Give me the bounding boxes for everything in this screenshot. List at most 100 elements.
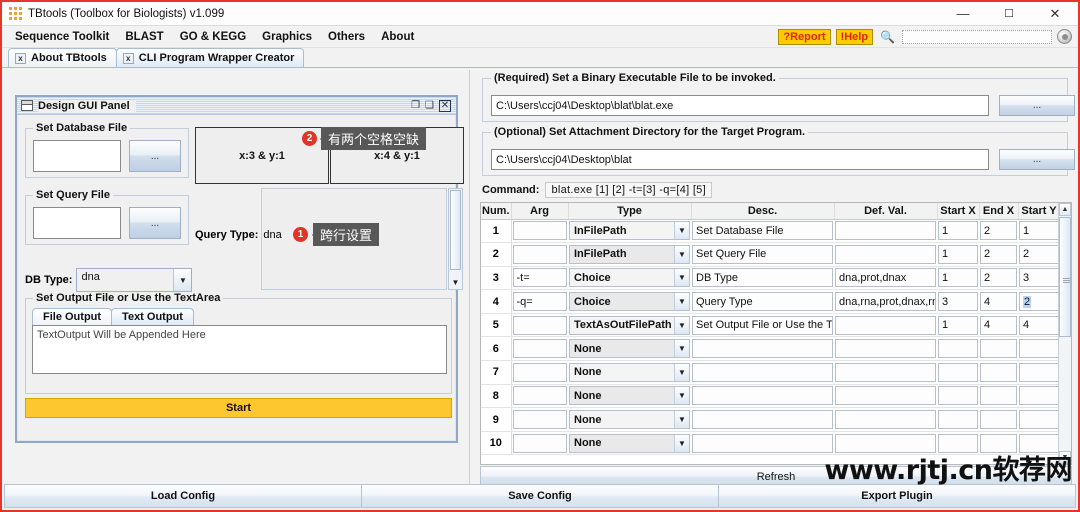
cell-def-val[interactable]: dna,prot,dnax (834, 266, 937, 290)
type-select[interactable]: None▼ (569, 386, 690, 405)
cell-desc[interactable]: Set Output File or Use the Te (691, 313, 834, 337)
desc-input[interactable]: Set Query File (692, 245, 833, 264)
cell-arg[interactable] (511, 337, 568, 361)
cell-end-x[interactable]: 2 (979, 266, 1018, 290)
cell-type[interactable]: InFilePath▼ (568, 243, 691, 267)
start-x-input[interactable] (938, 363, 978, 382)
search-input[interactable] (902, 30, 1052, 44)
chevron-down-icon[interactable]: ▼ (674, 435, 689, 452)
arg-input[interactable] (513, 245, 568, 264)
desc-input[interactable] (692, 434, 833, 453)
arg-input[interactable]: -q= (513, 292, 568, 311)
cell-type[interactable]: InFilePath▼ (568, 219, 691, 243)
col-start-y[interactable]: Start Y (1018, 203, 1058, 219)
tab-close-icon[interactable]: x (15, 53, 26, 64)
cell-def-val[interactable] (834, 219, 937, 243)
desc-input[interactable] (692, 410, 833, 429)
desc-input[interactable]: DB Type (692, 268, 833, 287)
cell-start-x[interactable] (937, 408, 979, 432)
def-val-input[interactable] (835, 434, 936, 453)
start-x-input[interactable] (938, 339, 978, 358)
row-number[interactable]: 9 (481, 408, 511, 432)
cell-end-x[interactable] (979, 361, 1018, 385)
start-y-input[interactable]: 2 (1019, 245, 1058, 264)
cell-desc[interactable]: Set Database File (691, 219, 834, 243)
chevron-down-icon[interactable]: ▼ (674, 340, 689, 357)
chevron-down-icon[interactable]: ▼ (674, 222, 689, 239)
cell-start-x[interactable]: 3 (937, 290, 979, 314)
def-val-input[interactable] (835, 363, 936, 382)
table-scrollbar-thumb[interactable] (1059, 217, 1071, 337)
cell-start-y[interactable] (1018, 384, 1058, 408)
scroll-down-icon[interactable]: ▼ (1059, 451, 1071, 464)
menu-go-kegg[interactable]: GO & KEGG (172, 29, 254, 45)
cell-def-val[interactable] (834, 408, 937, 432)
type-select[interactable]: TextAsOutFilePath▼ (569, 316, 690, 335)
desc-input[interactable] (692, 386, 833, 405)
type-select[interactable]: None▼ (569, 363, 690, 382)
maximize-icon[interactable]: ❑ (425, 100, 434, 111)
end-x-input[interactable] (980, 339, 1017, 358)
cell-type[interactable]: TextAsOutFilePath▼ (568, 313, 691, 337)
col-type[interactable]: Type (568, 203, 691, 219)
cell-desc[interactable]: Set Query File (691, 243, 834, 267)
col-arg[interactable]: Arg (511, 203, 568, 219)
cell-def-val[interactable] (834, 361, 937, 385)
table-row[interactable]: 9 None▼ (481, 408, 1058, 432)
col-desc[interactable]: Desc. (691, 203, 834, 219)
table-row[interactable]: 10None▼ (481, 431, 1058, 455)
start-x-input[interactable] (938, 386, 978, 405)
start-x-input[interactable]: 1 (938, 268, 978, 287)
menu-blast[interactable]: BLAST (117, 29, 171, 45)
close-button[interactable]: ✕ (1032, 2, 1078, 26)
arg-input[interactable] (513, 221, 568, 240)
chevron-down-icon[interactable]: ▼ (674, 293, 689, 310)
cell-type[interactable]: Choice▼ (568, 290, 691, 314)
cell-arg[interactable]: -q= (511, 290, 568, 314)
start-x-input[interactable]: 1 (938, 316, 978, 335)
table-scrollbar[interactable]: ▲ ▼ (1058, 203, 1071, 464)
arg-input[interactable] (513, 339, 568, 358)
start-y-input[interactable] (1019, 363, 1058, 382)
def-val-input[interactable]: dna,prot,dnax (835, 268, 936, 287)
start-button[interactable]: Start (25, 398, 452, 418)
cell-def-val[interactable]: dna,rna,prot,dnax,rn (834, 290, 937, 314)
arg-input[interactable] (513, 386, 568, 405)
database-file-browse-button[interactable]: ... (129, 140, 181, 172)
table-row[interactable]: 7None▼ (481, 361, 1058, 385)
table-row[interactable]: 4-q=Choice▼Query Typedna,rna,prot,dnax,r… (481, 290, 1058, 314)
desc-input[interactable]: Query Type (692, 292, 833, 311)
cell-arg[interactable] (511, 219, 568, 243)
minimize-button[interactable]: — (940, 2, 986, 26)
end-x-input[interactable]: 2 (980, 268, 1017, 287)
chevron-down-icon[interactable]: ▼ (173, 269, 191, 291)
export-plugin-button[interactable]: Export Plugin (718, 484, 1076, 508)
cell-arg[interactable] (511, 243, 568, 267)
tab-file-output[interactable]: File Output (32, 308, 112, 325)
row-number[interactable]: 4 (481, 290, 511, 314)
cell-end-x[interactable]: 2 (979, 219, 1018, 243)
cell-type[interactable]: None▼ (568, 408, 691, 432)
scroll-down-icon[interactable]: ▼ (449, 275, 462, 289)
row-number[interactable]: 5 (481, 313, 511, 337)
cell-end-x[interactable]: 4 (979, 290, 1018, 314)
cell-def-val[interactable] (834, 384, 937, 408)
binary-path-input[interactable]: C:\Users\ccj04\Desktop\blat\blat.exe (491, 95, 989, 116)
design-panel-title-bar[interactable]: Design GUI Panel ❐ ❑ ✕ (17, 97, 456, 115)
cell-type[interactable]: None▼ (568, 337, 691, 361)
col-def-val[interactable]: Def. Val. (834, 203, 937, 219)
start-y-input[interactable]: 1 (1019, 221, 1058, 240)
query-file-input[interactable] (33, 207, 121, 239)
type-select[interactable]: Choice▼ (569, 292, 690, 311)
end-x-input[interactable]: 2 (980, 221, 1017, 240)
maximize-button[interactable]: ☐ (986, 2, 1032, 26)
cell-desc[interactable] (691, 384, 834, 408)
restore-icon[interactable]: ❐ (411, 100, 420, 111)
start-x-input[interactable] (938, 410, 978, 429)
row-number[interactable]: 10 (481, 431, 511, 455)
def-val-input[interactable] (835, 221, 936, 240)
cell-start-y[interactable]: 2 (1018, 243, 1058, 267)
cell-start-y[interactable]: 1 (1018, 219, 1058, 243)
menu-others[interactable]: Others (320, 29, 373, 45)
cell-desc[interactable] (691, 337, 834, 361)
